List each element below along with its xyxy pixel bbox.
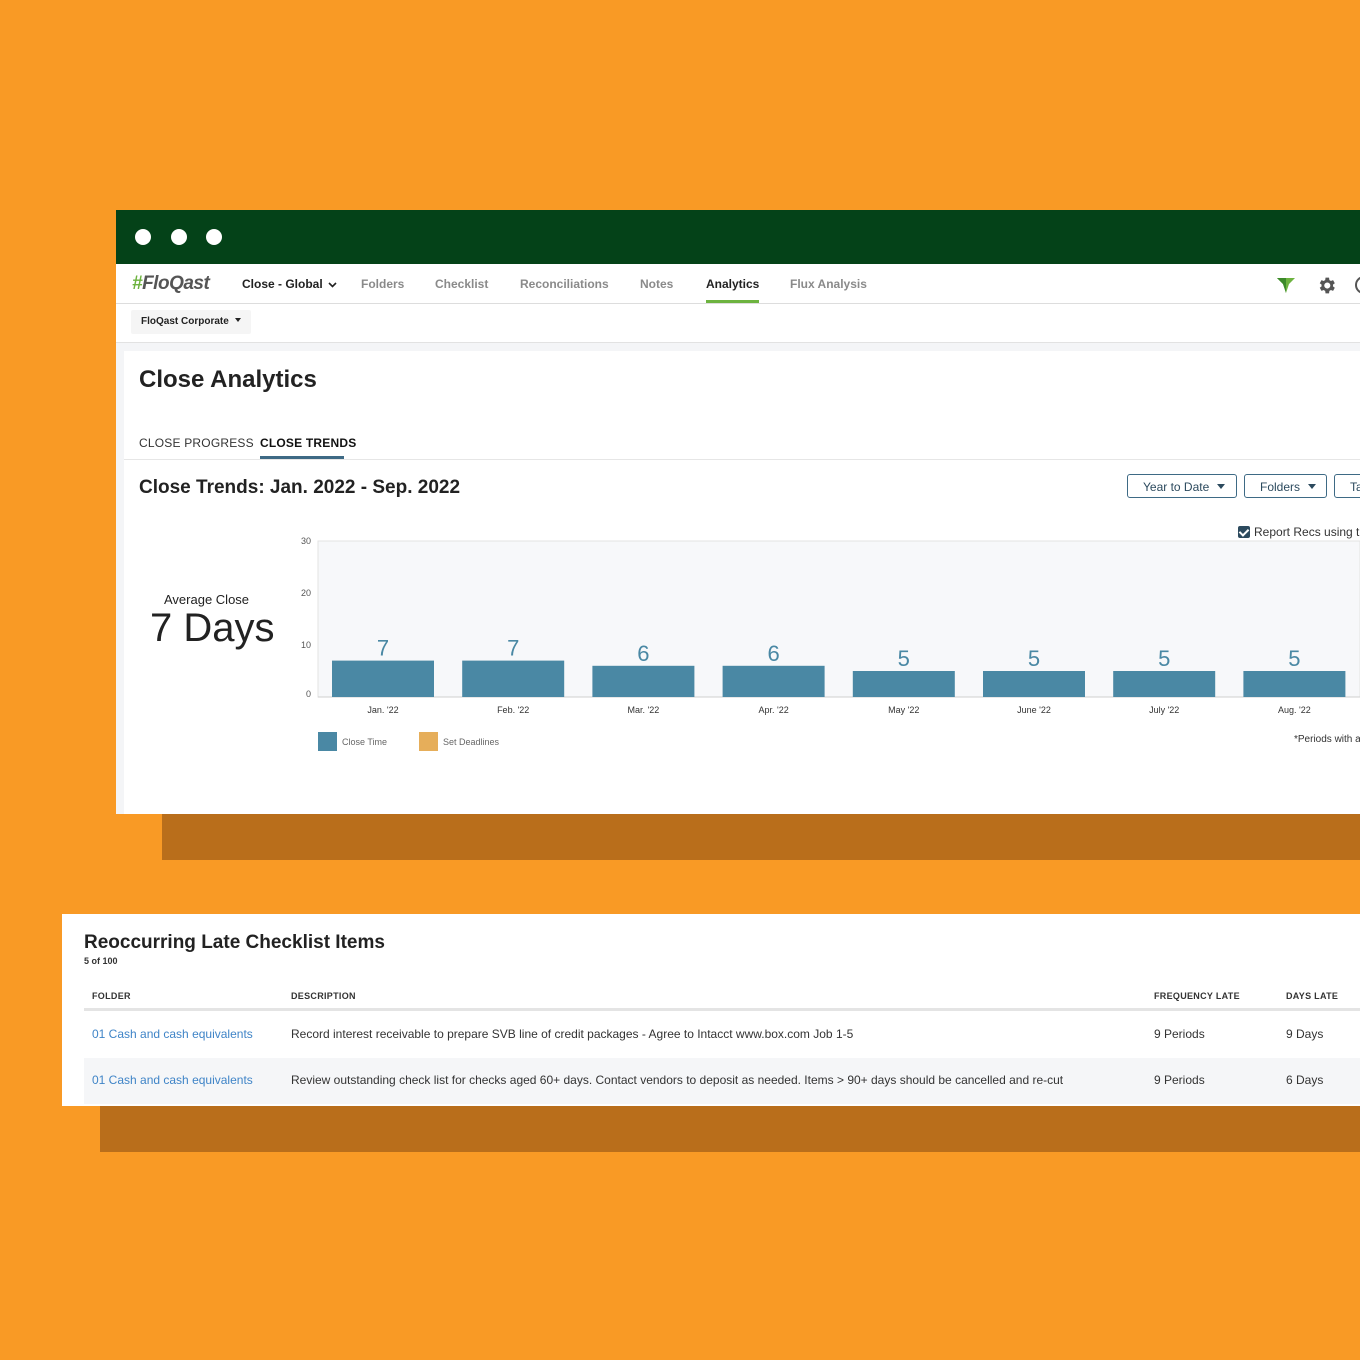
bar [1113,671,1216,697]
app-window: #FloQast Close - Global Folders Checklis… [116,210,1360,814]
bar [722,665,825,697]
close-trends-chart: 0 10 20 30 7 Jan. '22 7 Feb. '22 6 Mar. '22 6 Apr. … [301,536,1360,751]
top-nav: #FloQast Close - Global Folders Checklis… [116,264,1360,304]
row-folder-link[interactable]: 01 Cash and cash equivalents [92,1027,253,1041]
bar-data-label: 6 [637,641,649,666]
column-header-days[interactable]: DAYS LATE [1286,991,1338,1001]
legend-swatch [419,732,438,751]
caret-down-icon [234,318,241,322]
entity-bar: FloQast Corporate [116,304,1360,343]
bar [852,671,955,697]
column-header-frequency[interactable]: FREQUENCY LATE [1154,991,1240,1001]
table-header-divider [84,1008,1360,1011]
window-shadow [162,814,1360,860]
nav-close-label: Close - Global [242,277,323,291]
window-minimize-dot[interactable] [171,229,187,245]
entity-label: FloQast Corporate [141,316,229,327]
row-description: Record interest receivable to prepare SV… [291,1027,854,1041]
panel-shadow [100,1106,1360,1152]
y-tick-label: 30 [301,536,311,546]
x-tick-label: Mar. '22 [628,705,660,715]
legend-label: Set Deadlines [443,737,500,747]
gear-icon[interactable] [1316,275,1337,296]
bar-data-label: 5 [1158,646,1170,671]
x-tick-label: Feb. '22 [497,705,529,715]
x-tick-label: May '22 [888,705,919,715]
logo-text: FloQast [142,273,210,294]
legend-swatch [318,732,337,751]
y-tick-label: 20 [301,588,311,598]
bar [1243,671,1346,697]
chart-footnote: *Periods with a [1294,734,1360,745]
bar-data-label: 7 [377,636,389,661]
bar-data-label: 5 [1028,646,1040,671]
window-titlebar [116,210,1360,264]
x-tick-label: Jan. '22 [367,705,398,715]
bar [592,665,695,697]
nav-checklist[interactable]: Checklist [435,277,488,291]
row-days: 6 Days [1286,1073,1324,1087]
late-items-count: 5 of 100 [84,956,118,966]
y-tick-label: 0 [306,689,311,699]
nav-close-global[interactable]: Close - Global [242,277,337,291]
bar [462,660,565,697]
bar-data-label: 5 [898,646,910,671]
bar-data-label: 6 [767,641,779,666]
column-header-description[interactable]: DESCRIPTION [291,991,356,1001]
table-row[interactable]: 01 Cash and cash equivalents Review outs… [84,1058,1360,1104]
column-header-folder[interactable]: FOLDER [92,991,131,1001]
floqast-logo[interactable]: #FloQast [132,273,210,295]
row-days: 9 Days [1286,1027,1324,1041]
window-maximize-dot[interactable] [206,229,222,245]
analytics-card: Close Analytics CLOSE PROGRESS CLOSE TRE… [124,351,1360,814]
chevron-down-icon [328,282,337,288]
nav-analytics[interactable]: Analytics [706,277,759,291]
legend-label: Close Time [342,737,387,747]
content-area: Close Analytics CLOSE PROGRESS CLOSE TRE… [116,343,1360,814]
x-tick-label: Aug. '22 [1278,705,1311,715]
late-items-title: Reoccurring Late Checklist Items [84,932,385,953]
row-description: Review outstanding check list for checks… [291,1073,1064,1087]
bar-data-label: 5 [1288,646,1300,671]
x-tick-label: Apr. '22 [758,705,788,715]
window-close-dot[interactable] [135,229,151,245]
nav-active-indicator [706,300,759,303]
bar [332,660,434,697]
bar-data-label: 7 [507,636,519,661]
late-items-panel: Reoccurring Late Checklist Items 5 of 10… [62,914,1360,1106]
nav-folders[interactable]: Folders [361,277,404,291]
flag-icon[interactable] [1276,276,1296,294]
nav-reconciliations[interactable]: Reconciliations [520,277,609,291]
nav-flux-analysis[interactable]: Flux Analysis [790,277,867,291]
y-tick-label: 10 [301,640,311,650]
row-frequency: 9 Periods [1154,1073,1205,1087]
nav-notes[interactable]: Notes [640,277,673,291]
x-tick-label: June '22 [1017,705,1051,715]
row-folder-link[interactable]: 01 Cash and cash equivalents [92,1073,253,1087]
table-row[interactable]: 01 Cash and cash equivalents Record inte… [84,1012,1360,1058]
bar [983,671,1085,697]
row-frequency: 9 Periods [1154,1027,1205,1041]
help-circle-icon[interactable] [1354,275,1360,295]
entity-select[interactable]: FloQast Corporate [131,310,251,334]
x-tick-label: July '22 [1149,705,1179,715]
